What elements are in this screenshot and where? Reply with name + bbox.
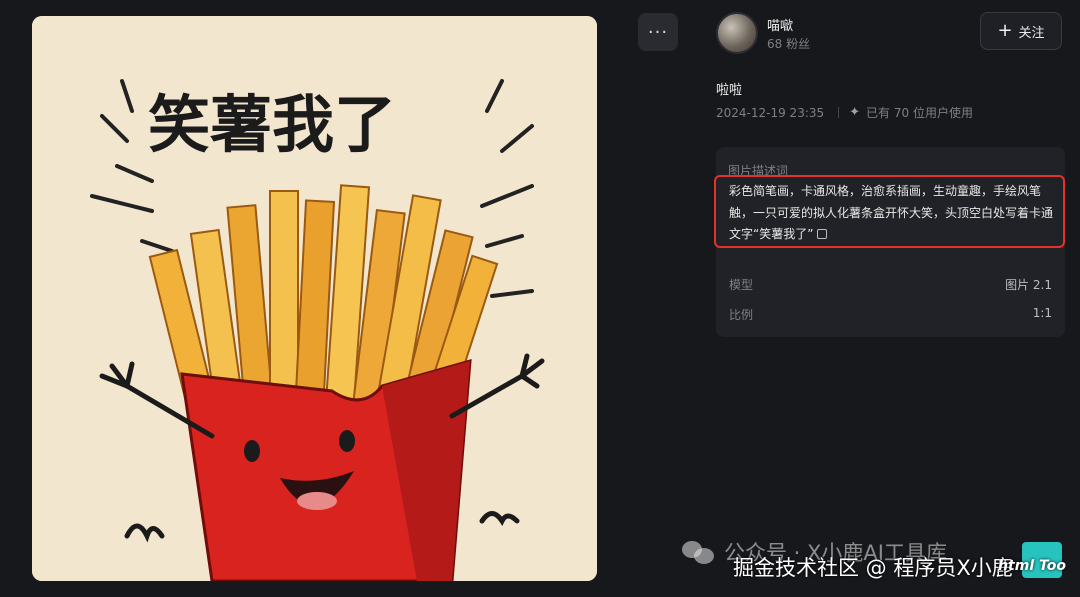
more-options-button[interactable]: ··· bbox=[638, 13, 678, 51]
copy-icon[interactable] bbox=[817, 229, 828, 239]
follow-button[interactable]: + 关注 bbox=[980, 12, 1062, 50]
fries-illustration: 笑薯我了 bbox=[32, 16, 597, 581]
follow-button-label: 关注 bbox=[1018, 25, 1045, 41]
usage-count: 已有 70 位用户使用 bbox=[866, 106, 973, 120]
follower-count: 68 粉丝 bbox=[767, 37, 811, 51]
prompt-text[interactable]: 彩色简笔画，卡通风格，治愈系插画，生动童趣，手绘风笔触，一只可爱的拟人化薯条盒开… bbox=[729, 184, 1053, 241]
wechat-icon bbox=[682, 539, 716, 565]
site-watermark: html Too bbox=[998, 558, 1066, 574]
plus-icon: + bbox=[997, 20, 1013, 41]
meta-divider bbox=[838, 107, 840, 118]
author-name[interactable]: 喵噷 bbox=[767, 15, 793, 34]
sparkle-icon: ✦ bbox=[849, 105, 861, 120]
param-value-ratio: 1:1 bbox=[1032, 306, 1052, 320]
post-date: 2024-12-19 23:35 bbox=[716, 105, 825, 120]
author-avatar[interactable] bbox=[716, 12, 758, 54]
param-label-ratio: 比例 bbox=[729, 308, 754, 322]
prompt-text-container: 彩色简笔画，卡通风格，治愈系插画，生动童趣，手绘风笔触，一只可爱的拟人化薯条盒开… bbox=[729, 181, 1057, 246]
juejin-watermark: 掘金技术社区 @ 程序员X小鹿 bbox=[733, 556, 1013, 580]
param-value-model: 图片 2.1 bbox=[1005, 278, 1052, 292]
post-meta: 2024-12-19 23:35 ✦ 已有 70 位用户使用 bbox=[716, 104, 973, 121]
image-caption-text: 笑薯我了 bbox=[148, 88, 396, 161]
post-title: 啦啦 bbox=[716, 83, 743, 98]
param-label-model: 模型 bbox=[729, 278, 754, 292]
generated-image[interactable]: 笑薯我了 bbox=[32, 16, 597, 581]
